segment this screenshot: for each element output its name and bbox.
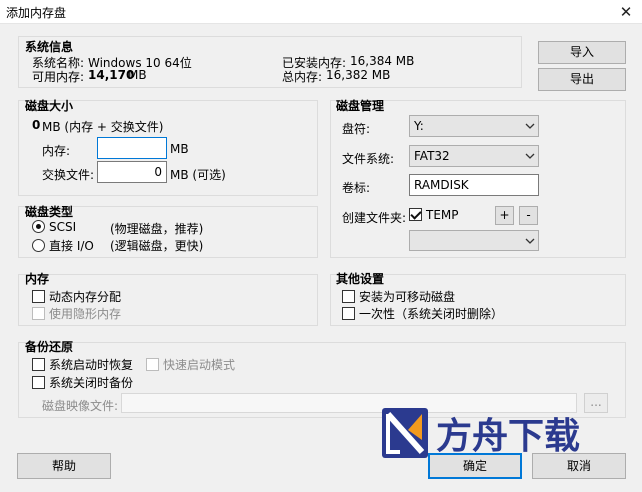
restore-on-boot-box[interactable] [32,358,45,371]
swap-size-input[interactable]: 0 [97,161,167,183]
memory-size-input[interactable] [97,137,167,159]
folder-temp-label: TEMP [426,208,459,222]
dynamic-alloc-label: 动态内存分配 [49,290,122,304]
chevron-down-icon [525,153,535,159]
title-bar: 添加内存盘 ✕ [0,0,642,24]
total-label: 总内存: [282,70,323,84]
drive-letter-value: Y: [414,119,424,133]
backup-restore-title: 备份还原 [25,340,74,354]
installed-value: 16,384 MB [350,54,415,68]
scsi-radio-indicator[interactable] [32,220,45,233]
backup-on-shutdown-box[interactable] [32,376,45,389]
dynamic-alloc-checkbox[interactable]: 动态内存分配 [32,288,121,305]
drive-letter-label: 盘符: [342,122,371,136]
direct-io-radio[interactable]: 直接 I/O [32,237,94,254]
swap-size-unit: MB (可选) [170,168,226,182]
folder-temp-checkbox[interactable]: TEMP [409,208,459,222]
scsi-radio[interactable]: SCSI [32,220,76,234]
import-button[interactable]: 导入 [538,41,626,64]
scsi-desc: (物理磁盘，推荐) [110,222,204,236]
disk-size-title: 磁盘大小 [25,99,74,113]
disk-management-title: 磁盘管理 [336,99,385,113]
filesystem-select[interactable]: FAT32 [409,145,539,167]
hidden-memory-label: 使用隐形内存 [49,307,122,321]
restore-on-boot-label: 系统启动时恢复 [49,358,134,372]
total-value: 16,382 MB [326,68,391,82]
scsi-label: SCSI [49,220,77,234]
close-icon[interactable]: ✕ [610,0,642,24]
removable-box[interactable] [342,290,355,303]
restore-on-boot-checkbox[interactable]: 系统启动时恢复 [32,356,133,373]
removable-label: 安装为可移动磁盘 [359,290,456,304]
create-folder-label: 创建文件夹: [342,211,407,225]
system-info-title: 系统信息 [25,40,74,54]
remove-folder-button[interactable]: - [519,206,538,225]
folder-select[interactable] [409,230,539,251]
disk-type-title: 磁盘类型 [25,205,74,219]
disk-total-value: 0 [32,118,41,132]
watermark-text: 方舟下载 [436,416,580,457]
filesystem-label: 文件系统: [342,152,395,166]
dynamic-alloc-box[interactable] [32,290,45,303]
chevron-down-icon [525,123,535,129]
memory-size-unit: MB [170,142,189,156]
direct-io-desc: (逻辑磁盘，更快) [110,239,204,253]
filesystem-value: FAT32 [414,149,450,163]
other-settings-title: 其他设置 [336,272,385,286]
window-title: 添加内存盘 [6,6,67,20]
avail-label: 可用内存: [32,70,85,84]
chevron-down-icon [525,238,535,244]
avail-unit: MB [128,68,147,82]
quick-start-box [146,358,159,371]
memory-size-label: 内存: [42,144,71,158]
folder-temp-box[interactable] [409,208,422,221]
export-button[interactable]: 导出 [538,68,626,91]
backup-on-shutdown-checkbox[interactable]: 系统关闭时备份 [32,374,133,391]
direct-io-label: 直接 I/O [49,239,94,253]
hidden-memory-checkbox: 使用隐形内存 [32,305,121,322]
image-file-label: 磁盘映像文件: [42,399,119,413]
help-button[interactable]: 帮助 [17,453,111,479]
quick-start-label: 快速启动模式 [163,358,236,372]
one-time-checkbox[interactable]: 一次性（系统关闭时删除） [342,305,503,322]
removable-checkbox[interactable]: 安装为可移动磁盘 [342,288,455,305]
volume-label-label: 卷标: [342,181,371,195]
one-time-box[interactable] [342,307,355,320]
volume-label-input[interactable]: RAMDISK [409,174,539,196]
backup-on-shutdown-label: 系统关闭时备份 [49,376,134,390]
one-time-label: 一次性（系统关闭时删除） [359,307,504,321]
fangzhou-watermark-logo: 方舟下载 [382,408,580,458]
drive-letter-select[interactable]: Y: [409,115,539,137]
quick-start-checkbox: 快速启动模式 [146,356,235,373]
disk-total-suffix: MB (内存 + 交换文件) [42,120,164,134]
swap-size-label: 交换文件: [42,168,95,182]
direct-io-radio-indicator[interactable] [32,239,45,252]
hidden-memory-box [32,307,45,320]
add-folder-button[interactable]: + [495,206,514,225]
memory-title: 内存 [25,272,50,286]
